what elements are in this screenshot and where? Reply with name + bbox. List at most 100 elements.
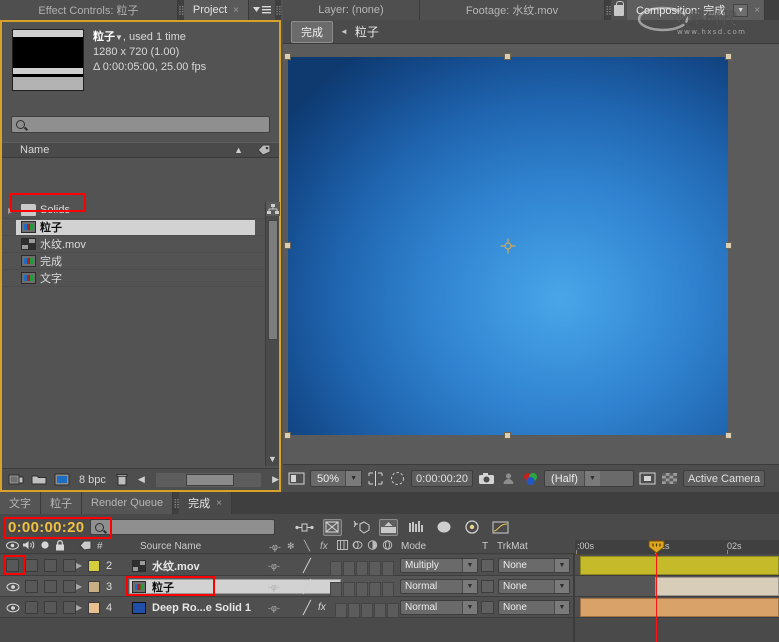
chevron-down-icon[interactable]: ▼ — [554, 580, 569, 593]
list-item[interactable]: ▶ Solids — [2, 202, 265, 219]
resolution-combo[interactable]: (Half) ▼ — [544, 470, 634, 487]
show-snapshot-icon[interactable] — [500, 471, 517, 486]
layer-duration-bar[interactable] — [580, 556, 779, 575]
project-column-header[interactable]: Name ▲ — [2, 142, 279, 158]
scrollbar-thumb[interactable] — [268, 220, 278, 340]
breadcrumb-current[interactable]: 粒子 — [355, 23, 379, 40]
solo-toggle[interactable] — [44, 559, 57, 572]
video-visibility-toggle[interactable] — [6, 559, 19, 572]
blend-mode-combo[interactable]: Normal ▼ — [400, 579, 478, 594]
current-time-indicator[interactable] — [656, 540, 657, 642]
list-item[interactable]: 粒子 — [2, 219, 265, 236]
tab-render-queue[interactable]: Render Queue — [82, 492, 173, 514]
tab-wenzi[interactable]: 文字 — [0, 492, 41, 514]
disclosure-triangle-icon[interactable]: ▶ — [76, 597, 82, 618]
video-visibility-toggle[interactable] — [6, 576, 20, 597]
shy-switch[interactable]: -φ- — [268, 576, 280, 597]
camera-view-selector[interactable]: Active Camera — [683, 470, 765, 487]
chevron-down-icon[interactable]: ▼ — [462, 559, 477, 572]
audio-toggle[interactable] — [25, 580, 38, 593]
label-tag-icon[interactable] — [257, 144, 271, 156]
track-matte-combo[interactable]: None ▼ — [498, 558, 570, 573]
layer-source-name[interactable]: 粒子 — [152, 576, 174, 597]
timeline-current-time[interactable]: 0:00:00:20 — [8, 519, 84, 536]
video-visibility-icon[interactable] — [6, 541, 19, 553]
transform-handle-tr[interactable] — [725, 53, 732, 60]
layer-source-name[interactable]: Deep Ro...e Solid 1 — [152, 597, 251, 618]
label-color-swatch[interactable] — [88, 602, 100, 614]
bit-depth-label[interactable]: 8 bpc — [79, 474, 106, 486]
horizontal-scrollbar[interactable] — [156, 473, 261, 487]
chevron-down-icon[interactable]: ▼ — [554, 601, 569, 614]
track-matte-combo[interactable]: None ▼ — [498, 600, 570, 615]
panel-menu-icon[interactable] — [249, 0, 275, 20]
tab-lizi[interactable]: 粒子 — [41, 492, 82, 514]
chevron-down-icon[interactable]: ▼ — [115, 33, 123, 42]
audio-toggle[interactable] — [25, 559, 38, 572]
draft-3d-icon[interactable] — [323, 519, 342, 536]
transform-handle-ml[interactable] — [284, 242, 291, 249]
preserve-transparency-toggle[interactable] — [481, 601, 494, 614]
disclosure-triangle-icon[interactable]: ▶ — [8, 206, 21, 215]
anchor-point-icon[interactable] — [501, 239, 516, 254]
close-icon[interactable]: × — [216, 498, 222, 509]
timeline-ruler[interactable]: :00s 01s 02s — [575, 540, 779, 554]
tab-composition[interactable]: Composition: 完成 ▼ × — [627, 0, 765, 20]
brainstorm-icon[interactable] — [435, 519, 454, 536]
sort-ascending-icon[interactable]: ▲ — [234, 145, 243, 155]
panel-grip-2[interactable] — [275, 0, 281, 20]
motion-sketch-icon[interactable] — [463, 519, 482, 536]
transform-handle-mr[interactable] — [725, 242, 732, 249]
composition-canvas[interactable] — [288, 57, 728, 435]
disclosure-triangle-icon[interactable]: ▶ — [76, 576, 82, 597]
tab-project[interactable]: Project × — [184, 0, 249, 20]
search-input[interactable] — [11, 116, 270, 133]
disclosure-triangle-icon[interactable]: ▶ — [76, 555, 82, 576]
region-of-interest-icon[interactable] — [367, 471, 384, 486]
audio-icon[interactable] — [22, 540, 36, 553]
adjustment-layer-icon[interactable] — [367, 540, 378, 553]
composition-viewer[interactable] — [283, 44, 779, 464]
toggle-transparency-grid-icon[interactable] — [288, 471, 305, 486]
timeline-search-input[interactable] — [90, 519, 275, 535]
close-icon[interactable]: × — [233, 5, 239, 16]
layer-source-name[interactable]: 水纹.mov — [152, 555, 200, 576]
graph-editor-icon[interactable] — [491, 519, 510, 536]
label-color-swatch[interactable] — [88, 560, 100, 572]
shy-switch[interactable]: -φ- — [268, 555, 280, 576]
chevron-down-icon[interactable]: ▼ — [462, 601, 477, 614]
tree-view-icon[interactable] — [266, 202, 280, 216]
lock-icon[interactable] — [611, 0, 627, 20]
label-tag-icon[interactable] — [79, 540, 92, 554]
table-row[interactable]: ▶ 2 水纹.mov -φ- ╱ Multiply ▼ None ▼ — [0, 555, 779, 576]
transform-handle-br[interactable] — [725, 432, 732, 439]
tab-wancheng[interactable]: 完成 × — [179, 492, 232, 514]
solo-toggle[interactable] — [44, 601, 57, 614]
blend-mode-combo[interactable]: Normal ▼ — [400, 600, 478, 615]
project-scrollbar[interactable]: ▼ — [265, 202, 279, 466]
toggle-mask-icon[interactable] — [389, 471, 406, 486]
video-visibility-toggle[interactable] — [6, 597, 20, 618]
solo-icon[interactable] — [40, 540, 50, 553]
enable-frame-blending-icon[interactable] — [379, 519, 398, 536]
scroll-left-icon[interactable]: ◀ — [138, 474, 145, 485]
list-item[interactable]: 完成 — [2, 253, 265, 270]
track-matte-combo[interactable]: None ▼ — [498, 579, 570, 594]
tab-footage[interactable]: Footage: 水纹.mov — [420, 0, 605, 20]
layer-switches[interactable] — [335, 600, 399, 621]
composition-mini-flowchart-icon[interactable] — [295, 519, 314, 536]
magnification-combo[interactable]: 50% ▼ — [310, 470, 362, 487]
lock-toggle[interactable] — [63, 580, 76, 593]
list-item[interactable]: 水纹.mov — [2, 236, 265, 253]
layer-duration-bar[interactable] — [580, 598, 779, 617]
new-solid-icon[interactable] — [54, 473, 70, 486]
take-snapshot-icon[interactable] — [478, 471, 495, 486]
new-composition-icon[interactable] — [8, 473, 24, 486]
blend-mode-combo[interactable]: Multiply ▼ — [400, 558, 478, 573]
chevron-down-icon[interactable]: ▼ — [345, 471, 361, 486]
enable-motion-blur-icon[interactable] — [407, 519, 426, 536]
table-row[interactable]: ▶ 3 粒子 -φ- ╱ Normal ▼ None ▼ — [0, 576, 779, 597]
close-icon[interactable]: × — [754, 5, 760, 16]
transform-handle-bl[interactable] — [284, 432, 291, 439]
chevron-down-icon[interactable]: ▼ — [554, 559, 569, 572]
